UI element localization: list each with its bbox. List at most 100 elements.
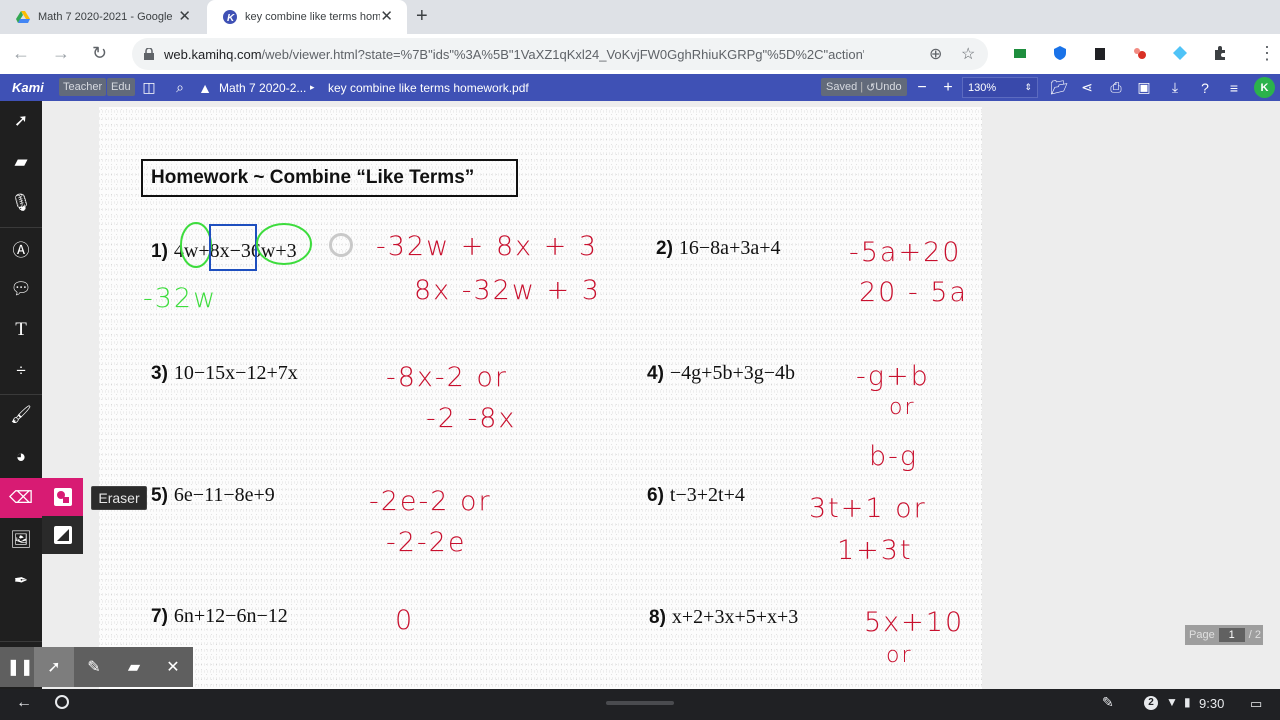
kami-icon: K [223, 10, 237, 24]
annotation-p4-line2[interactable]: b-g [869, 441, 918, 472]
search-icon[interactable]: ⌕ [170, 74, 190, 101]
puzzle-icon[interactable] [1212, 45, 1228, 61]
pdf-page: Homework ~ Combine “Like Terms” 1) 4w+8x−… [99, 107, 982, 689]
annotation-p1-green[interactable]: -32w [143, 283, 217, 314]
text-icon: T [15, 319, 27, 340]
undo-icon[interactable]: ↺ [866, 81, 875, 94]
document-viewer[interactable]: Homework ~ Combine “Like Terms” 1) 4w+8x−… [42, 101, 1280, 689]
annotation-p3-line2[interactable]: -2 -8x [426, 403, 516, 434]
notification-count[interactable]: 2 [1144, 696, 1158, 710]
browser-tab-strip: Math 7 2020-2021 - Google Drive ✕ K key … [0, 0, 1280, 34]
zoom-level-select[interactable]: 130% ⇕ [962, 77, 1038, 98]
help-icon[interactable]: ? [1195, 74, 1215, 101]
tab-title: key combine like terms homework.pdf [245, 11, 380, 23]
pen-button[interactable]: ✎ [74, 647, 114, 687]
bookmark-star-icon[interactable]: ☆ [961, 44, 975, 64]
wifi-icon: ▼ [1166, 695, 1178, 709]
stylus-icon[interactable]: ✎ [1102, 694, 1114, 711]
annotation-p8-or[interactable]: or [886, 643, 913, 668]
annotation-p8-line1[interactable]: 5x+10 [864, 607, 964, 638]
markup-tool[interactable]: Ⓐ [0, 228, 42, 268]
print-icon[interactable]: ⎙ [1106, 74, 1126, 101]
breadcrumb-folder[interactable]: Math 7 2020-2... [219, 74, 306, 101]
launcher-icon[interactable] [55, 695, 69, 709]
shield-extension-icon[interactable] [1052, 45, 1068, 61]
pointer-button[interactable]: ➚ [34, 647, 74, 687]
shelf-handle[interactable] [606, 701, 674, 705]
tab-google-drive[interactable]: Math 7 2020-2021 - Google Drive ✕ [0, 0, 205, 34]
problem-4: 4) −4g+5b+3g−4b [647, 362, 796, 384]
sidebar-toggle-icon[interactable]: ◫ [139, 74, 159, 101]
avatar[interactable]: K [1254, 77, 1275, 98]
annotation-p1-line2[interactable]: 8x -32w + 3 [414, 275, 601, 306]
drawing-tool[interactable]: 🖌︎ [0, 395, 42, 435]
eraser-object-mode[interactable] [42, 478, 83, 516]
annotation-p3-line1[interactable]: -8x-2 or [386, 362, 508, 393]
cast-extension-icon[interactable] [1012, 45, 1028, 61]
equation-tool[interactable]: ÷ [0, 351, 42, 391]
zoom-in-button[interactable]: + [938, 74, 958, 101]
page-label: Page [1189, 629, 1215, 641]
tab-title: Math 7 2020-2021 - Google Drive [38, 11, 173, 23]
red-extension-icon[interactable] [1132, 45, 1148, 61]
annotation-p2-line2[interactable]: 20 - 5a [859, 277, 968, 308]
highlighter-icon: ▰ [127, 659, 141, 676]
annotation-p1-line1[interactable]: -32w + 8x + 3 [376, 231, 598, 262]
back-arrow-icon[interactable]: ← [16, 694, 32, 712]
select-tool[interactable]: ➚ [0, 101, 42, 141]
url-path: /web/viewer.html?state=%7B"ids"%3A%5B"1V… [261, 46, 864, 62]
overview-icon[interactable]: ▭ [1250, 696, 1262, 712]
open-folder-icon[interactable]: 📂︎ [1049, 74, 1069, 101]
document-filename: key combine like terms homework.pdf [328, 80, 529, 95]
share-icon[interactable]: ⋖ [1077, 74, 1097, 101]
more-menu-icon[interactable]: ⋮ [1258, 43, 1276, 63]
zoom-out-button[interactable]: − [912, 74, 932, 101]
download-icon[interactable]: ⤓ [1165, 74, 1185, 101]
close-tab-icon[interactable]: ✕ [380, 9, 393, 25]
eraser-tool[interactable]: ⌫ [0, 478, 42, 518]
microphone-comment-icon: 🎙︎ [10, 193, 32, 212]
back-arrow-icon[interactable]: ← [12, 43, 30, 63]
annotation-p5-line1[interactable]: -2e-2 or [369, 486, 492, 517]
page-indicator: Page 1 / 2 [1185, 625, 1263, 645]
eraser-icon: ⌫ [8, 488, 34, 507]
page-number-input[interactable]: 1 [1218, 628, 1245, 642]
annotation-p4-or[interactable]: or [889, 395, 916, 420]
save-icon[interactable]: ▣ [1134, 74, 1154, 101]
highlighter-button[interactable]: ▰ [114, 647, 154, 687]
annotation-p7[interactable]: 0 [395, 605, 414, 636]
close-tab-icon[interactable]: ✕ [178, 9, 191, 25]
castle-extension-icon[interactable] [1092, 45, 1108, 61]
forward-arrow-icon[interactable]: → [52, 43, 70, 63]
add-image-tool[interactable]: 🖼︎ [0, 520, 42, 560]
reload-icon[interactable]: ↻ [92, 43, 107, 63]
eraser-area-mode[interactable] [42, 516, 83, 554]
clock[interactable]: 9:30 [1199, 696, 1224, 711]
text-tool[interactable]: T [0, 310, 42, 350]
voice-comment-tool[interactable]: 🎙︎ [0, 183, 42, 223]
teacher-badge: Teacher [59, 78, 107, 96]
annotation-p6-line2[interactable]: 1+3t [837, 535, 913, 566]
signature-tool[interactable]: ✒︎ [0, 561, 42, 601]
eraser-submenu [42, 478, 83, 554]
undo-button[interactable]: Undo [875, 81, 901, 93]
new-tab-button[interactable]: + [416, 6, 428, 26]
comment-tool[interactable]: 💬︎ [0, 269, 42, 309]
menu-icon[interactable]: ≡ [1224, 74, 1244, 101]
shapes-tool[interactable]: ◕ [0, 437, 42, 477]
annotation-p4-line1[interactable]: -g+b [856, 361, 930, 392]
kami-logo: Kami [12, 80, 44, 95]
problem-5: 5) 6e−11−8e+9 [151, 484, 275, 506]
diamond-extension-icon[interactable] [1172, 45, 1188, 61]
tab-kami[interactable]: K key combine like terms homework.pdf ✕ [207, 0, 407, 34]
annotation-p6-line1[interactable]: 3t+1 or [809, 493, 927, 524]
problem-1-markup[interactable] [177, 217, 327, 277]
dictionary-tool[interactable]: ▰ [0, 142, 42, 182]
annotation-p5-line2[interactable]: -2-2e [386, 527, 466, 558]
cursor-indicator [329, 233, 353, 257]
close-drawbar-button[interactable]: ✕ [153, 647, 193, 687]
google-drive-icon: ▲ [198, 79, 212, 96]
install-app-icon[interactable]: ⊕ [929, 44, 942, 64]
address-bar[interactable]: web.kamihq.com/web/viewer.html?state=%7B… [132, 38, 988, 70]
annotation-p2-line1[interactable]: -5a+20 [849, 237, 961, 268]
